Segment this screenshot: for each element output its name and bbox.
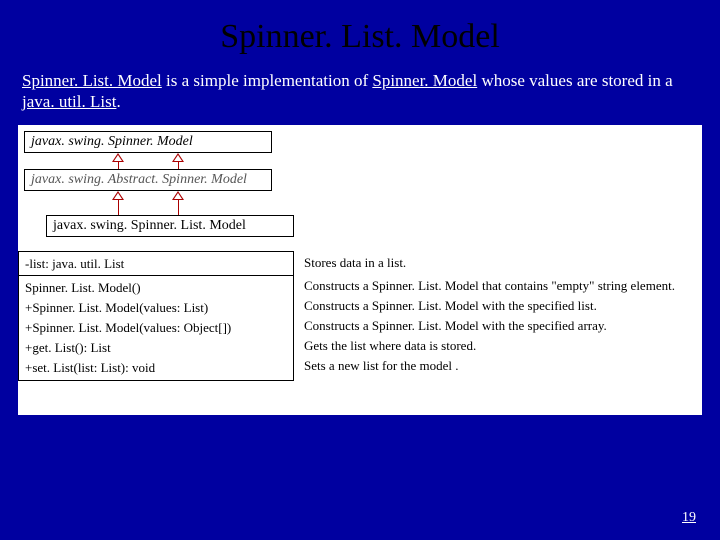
uml-arrow-head-1b	[172, 153, 184, 162]
uml-methods-box: Spinner. List. Model() +Spinner. List. M…	[18, 275, 294, 382]
uml-desc-row: Gets the list where data is stored.	[304, 336, 700, 356]
uml-arrow-head-2a	[112, 191, 124, 200]
uml-method-row: +Spinner. List. Model(values: Object[])	[25, 318, 287, 338]
intro-t1: is a simple implementation of	[162, 71, 373, 90]
uml-abstract-box: javax. swing. Abstract. Spinner. Model	[24, 169, 272, 191]
uml-method-row: +get. List(): List	[25, 338, 287, 358]
uml-diagram: javax. swing. Spinner. Model javax. swin…	[18, 125, 702, 415]
uml-arrow-head-1a	[112, 153, 124, 162]
uml-method-row: +set. List(list: List): void	[25, 358, 287, 378]
link-javautillist: java. util. List	[22, 92, 116, 111]
page-number: 19	[682, 510, 696, 526]
uml-desc-row: Sets a new list for the model .	[304, 356, 700, 376]
uml-method-row: +Spinner. List. Model(values: List)	[25, 298, 287, 318]
page-title: Spinner. List. Model	[0, 0, 720, 70]
intro-t3: .	[116, 92, 120, 111]
intro-paragraph: Spinner. List. Model is a simple impleme…	[0, 70, 720, 125]
uml-concrete-box: javax. swing. Spinner. List. Model	[46, 215, 294, 237]
uml-arrow-head-2b	[172, 191, 184, 200]
uml-method-row: Spinner. List. Model()	[25, 278, 287, 298]
link-spinnermodel: Spinner. Model	[372, 71, 477, 90]
uml-descriptions: Stores data in a list. Constructs a Spin…	[296, 251, 700, 379]
uml-field-box: -list: java. util. List	[18, 251, 294, 277]
uml-desc-row: Constructs a Spinner. List. Model that c…	[304, 276, 700, 296]
uml-interface-box: javax. swing. Spinner. Model	[24, 131, 272, 153]
uml-desc-row: Constructs a Spinner. List. Model with t…	[304, 296, 700, 316]
uml-desc-row: Stores data in a list.	[304, 253, 700, 273]
intro-t2: whose values are stored in a	[477, 71, 672, 90]
link-spinnerlistmodel: Spinner. List. Model	[22, 71, 162, 90]
uml-desc-row: Constructs a Spinner. List. Model with t…	[304, 316, 700, 336]
